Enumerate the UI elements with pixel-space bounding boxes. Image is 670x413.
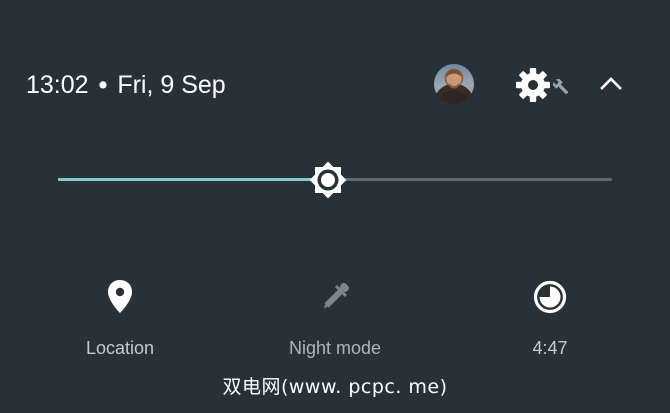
chevron-up-icon	[600, 77, 622, 90]
avatar-photo	[439, 70, 469, 104]
status-header: 13:02 • Fri, 9 Sep	[0, 0, 670, 170]
settings-button[interactable]	[514, 66, 572, 106]
battery-saver-icon	[533, 280, 567, 314]
wrench-icon	[552, 78, 569, 95]
tile-night-mode-label: Night mode	[288, 338, 382, 358]
clock-date-text: Fri, 9 Sep	[117, 71, 226, 99]
quick-settings-tiles: Location Night mode 4:47	[0, 270, 670, 370]
clock-date: 13:02 • Fri, 9 Sep	[26, 70, 226, 100]
tile-battery[interactable]: 4:47	[470, 270, 630, 370]
brightness-icon	[309, 161, 347, 199]
collapse-button[interactable]	[598, 72, 624, 96]
clock-separator: •	[98, 71, 108, 99]
clock-time: 13:02	[26, 71, 89, 99]
brightness-slider[interactable]	[58, 155, 612, 205]
tile-location[interactable]: Location	[40, 270, 200, 370]
tile-location-label: Location	[85, 338, 155, 358]
gear-icon	[516, 68, 569, 102]
location-pin-icon	[108, 280, 132, 313]
watermark-text: 双电网(www. pcpc. me)	[222, 376, 448, 398]
brightness-track-fill	[58, 178, 328, 181]
user-avatar[interactable]	[434, 64, 474, 104]
tile-night-mode[interactable]: Night mode	[255, 270, 415, 370]
brightness-thumb[interactable]	[306, 158, 350, 202]
eyedropper-icon	[323, 283, 349, 309]
tile-battery-label: 4:47	[532, 338, 568, 358]
